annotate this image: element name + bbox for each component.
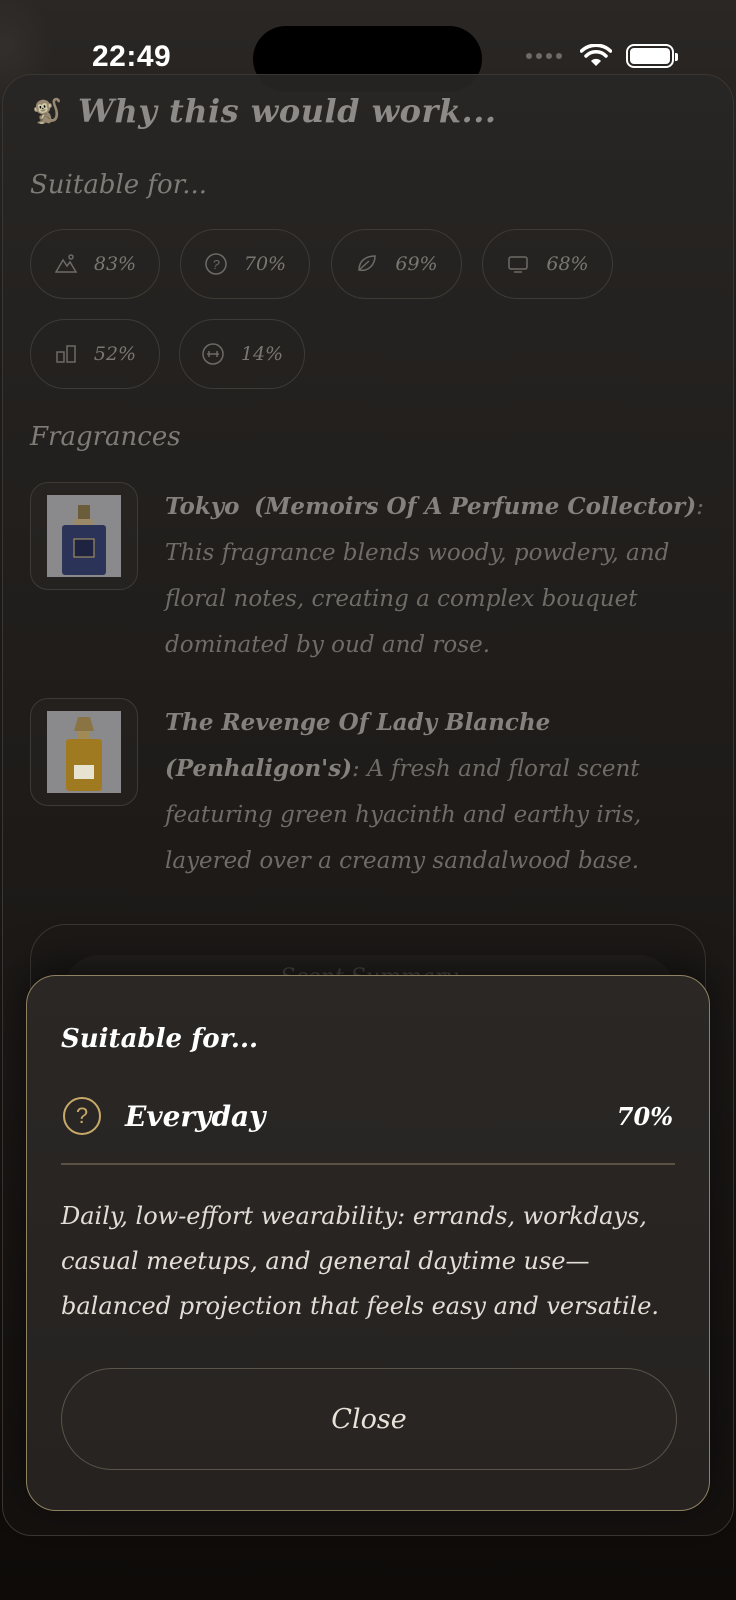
close-button[interactable]: Close xyxy=(61,1368,677,1470)
chip-percent: 83% xyxy=(93,253,137,275)
chip-sport[interactable]: 14% xyxy=(179,319,305,389)
fragrance-brand: (Memoirs Of A Perfume Collector) xyxy=(254,493,697,520)
wifi-icon xyxy=(580,44,612,66)
status-time: 22:49 xyxy=(92,40,172,73)
perfume-bottle-image xyxy=(47,495,121,577)
fragrance-description: Tokyo (Memoirs Of A Perfume Collector): … xyxy=(165,484,705,668)
suitability-sheet: Suitable for... ? Everyday 70% Daily, lo… xyxy=(26,975,710,1511)
sheet-item-percent: 70% xyxy=(616,1101,673,1131)
fragrance-thumbnail[interactable] xyxy=(30,698,138,806)
signal-dots-icon xyxy=(526,53,562,59)
sheet-item-label: Everyday xyxy=(125,1099,266,1133)
chip-outdoor[interactable]: 83% xyxy=(30,229,160,299)
card-title: Why this would work... xyxy=(78,92,497,130)
fragrance-thumbnail[interactable] xyxy=(30,482,138,590)
chip-percent: 70% xyxy=(243,253,287,275)
fragrance-brand: (Penhaligon's) xyxy=(165,755,353,782)
fragrances-label: Fragrances xyxy=(30,422,181,452)
leaf-icon xyxy=(358,255,377,272)
chip-percent: 69% xyxy=(395,253,438,275)
battery-icon xyxy=(626,44,678,68)
chip-social[interactable]: 52% xyxy=(30,319,160,389)
perfume-bottle-image xyxy=(47,711,121,793)
sheet-title: Suitable for... xyxy=(61,1024,259,1054)
card-header: 🐒 Why this would work... xyxy=(32,92,496,130)
chip-fresh[interactable]: 69% xyxy=(331,229,462,299)
office-icon xyxy=(508,256,529,273)
outdoor-icon xyxy=(54,254,78,273)
divider xyxy=(61,1163,675,1165)
people-icon xyxy=(56,345,76,363)
sheet-description: Daily, low-effort wearability: errands, … xyxy=(61,1202,660,1320)
chip-office[interactable]: 68% xyxy=(482,229,613,299)
sheet-item-row: ? Everyday 70% xyxy=(63,1096,673,1136)
chip-percent: 52% xyxy=(93,343,137,365)
dumbbell-icon xyxy=(202,343,224,365)
question-icon: ? xyxy=(63,1097,101,1135)
suitable-label: Suitable for... xyxy=(30,170,208,200)
question-icon: ? xyxy=(205,253,227,275)
monkey-icon: 🐒 xyxy=(32,97,62,125)
fragrance-name[interactable]: The Revenge Of Lady Blanche xyxy=(165,709,550,736)
status-icons xyxy=(526,44,678,68)
fragrance-description: The Revenge Of Lady Blanche (Penhaligon'… xyxy=(165,700,705,884)
fragrance-name[interactable]: Tokyo xyxy=(165,493,239,520)
chip-percent: 14% xyxy=(240,343,284,365)
chip-everyday[interactable]: ? 70% xyxy=(180,229,310,299)
chip-percent: 68% xyxy=(546,253,589,275)
svg-text:?: ? xyxy=(212,257,220,272)
